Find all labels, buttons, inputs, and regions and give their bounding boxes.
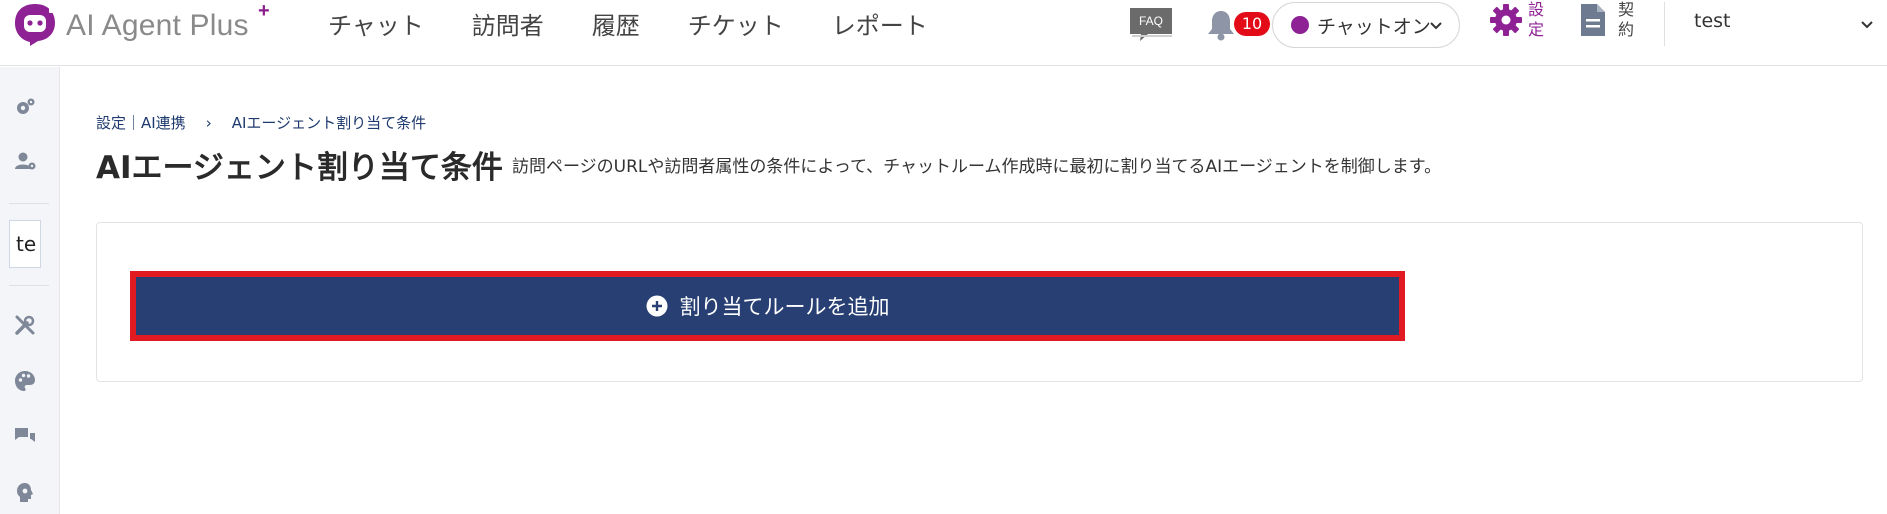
notification-count-badge: 10 — [1234, 12, 1270, 36]
contract-button[interactable]: 契約 — [1578, 0, 1636, 40]
breadcrumb-separator: › — [205, 113, 212, 132]
chat-status-label: チャットオン — [1317, 15, 1431, 38]
document-icon — [1581, 4, 1605, 36]
plus-circle-icon — [646, 295, 667, 317]
user-menu-dropdown[interactable]: test — [1694, 10, 1874, 38]
faq-label: FAQ — [1139, 14, 1163, 28]
status-online-dot — [1291, 16, 1309, 34]
ai-head-icon[interactable] — [13, 481, 37, 505]
settings-button[interactable]: 設定 — [1488, 0, 1546, 40]
chevron-down-icon — [1861, 21, 1873, 29]
logo-text: AI Agent Plus — [66, 9, 249, 42]
page-description: 訪問ページのURLや訪問者属性の条件によって、チャットルーム作成時に最初に割り当… — [512, 157, 1442, 177]
settings-label: 設定 — [1528, 0, 1545, 39]
add-rule-label: 割り当てルールを追加 — [679, 296, 890, 319]
chat-bot-logo-icon — [15, 4, 55, 46]
chat-bubbles-icon[interactable] — [13, 425, 37, 449]
breadcrumb: 設定｜AI連携 › AIエージェント割り当て条件 — [96, 112, 426, 133]
tools-icon[interactable] — [13, 313, 37, 337]
chat-status-dropdown[interactable]: チャットオン — [1272, 2, 1460, 48]
breadcrumb-link-settings-ai[interactable]: 設定｜AI連携 — [96, 112, 186, 133]
top-bar: AI Agent Plus + チャット 訪問者 履歴 チケット レポート FA… — [0, 0, 1887, 66]
highlight-frame: 割り当てルールを追加 — [130, 271, 1405, 341]
contract-label: 契約 — [1618, 0, 1635, 39]
app-logo[interactable]: AI Agent Plus — [12, 2, 249, 46]
breadcrumb-current: AIエージェント割り当て条件 — [231, 114, 427, 132]
logo-plus-mark: + — [258, 0, 270, 22]
notification-bell-icon[interactable] — [1206, 8, 1236, 42]
header-divider — [1664, 2, 1665, 46]
palette-icon[interactable] — [13, 369, 37, 393]
nav-tickets[interactable]: チケット — [688, 6, 784, 41]
nav-visitors[interactable]: 訪問者 — [472, 6, 544, 41]
chevron-down-icon — [1430, 22, 1442, 30]
user-gear-icon[interactable] — [13, 149, 37, 173]
nav-reports[interactable]: レポート — [832, 6, 928, 41]
nav-chat[interactable]: チャット — [328, 6, 424, 41]
sidebar-search-input[interactable]: te — [9, 220, 41, 268]
user-name: test — [1694, 10, 1731, 32]
gear-cog-icon[interactable] — [13, 95, 37, 119]
add-rule-button[interactable]: 割り当てルールを追加 — [136, 277, 1399, 335]
sidebar-divider — [9, 285, 49, 286]
gear-icon — [1490, 4, 1522, 36]
faq-icon[interactable]: FAQ — [1128, 6, 1174, 42]
sidebar: te — [0, 67, 60, 514]
nav-history[interactable]: 履歴 — [592, 6, 640, 41]
page-title: AIエージェント割り当て条件 — [96, 150, 503, 186]
sidebar-divider — [9, 203, 49, 204]
main-nav: チャット 訪問者 履歴 チケット レポート — [328, 6, 928, 41]
